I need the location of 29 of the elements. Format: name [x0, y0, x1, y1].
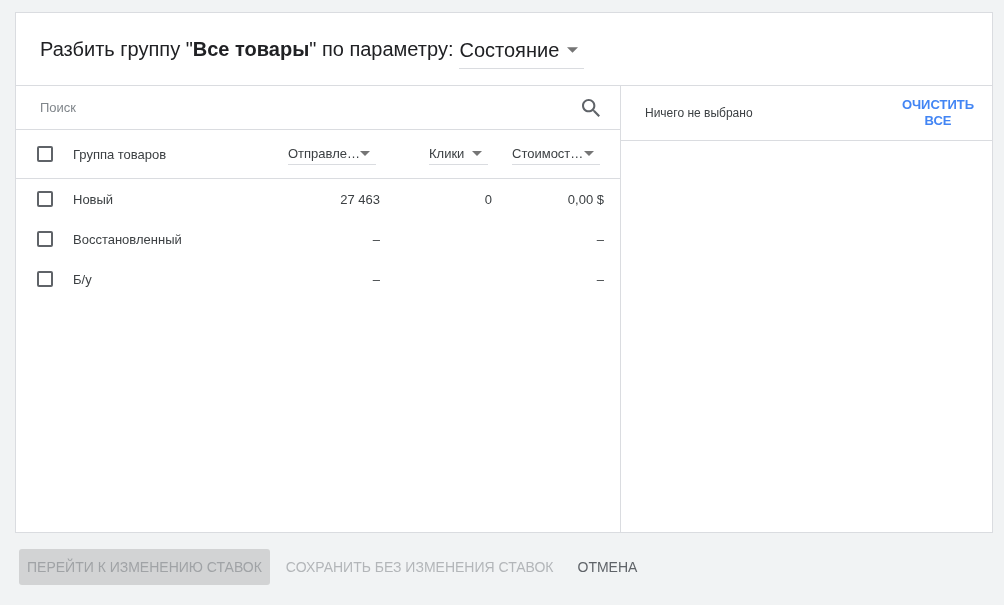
table-cell: 27 463	[340, 192, 380, 207]
column-sort-dropdown[interactable]: Отправле…	[288, 143, 376, 165]
caret-icon	[567, 46, 579, 53]
parameter-dropdown[interactable]: Состояние	[459, 31, 585, 69]
search-icon[interactable]	[582, 98, 600, 117]
product-group-name: Новый	[73, 192, 114, 207]
table-cell: –	[596, 232, 604, 247]
caret-icon	[472, 151, 482, 156]
checkbox[interactable]	[37, 191, 53, 207]
table-cell: –	[372, 272, 380, 287]
checkbox[interactable]	[37, 146, 53, 162]
column-sort-dropdown[interactable]: Клики	[429, 143, 488, 165]
table-cell: –	[596, 272, 604, 287]
column-sort-dropdown[interactable]: Стоимост…	[512, 143, 600, 165]
checkbox[interactable]	[37, 271, 53, 287]
caret-icon	[584, 151, 594, 156]
product-group-name: Восстановленный	[73, 232, 182, 247]
table-cell: –	[372, 232, 380, 247]
checkbox[interactable]	[37, 231, 53, 247]
product-group-name: Б/у	[73, 272, 92, 287]
search-field[interactable]: Поиск	[16, 86, 582, 129]
table-cell: 0,00 $	[567, 192, 604, 207]
table-cell: 0	[484, 192, 492, 207]
footer-button[interactable]: ОТМЕНА	[569, 549, 646, 585]
dialog-title: Разбить группу "Все товары" по параметру:	[40, 37, 454, 62]
column-header: Группа товаров	[73, 147, 167, 162]
clear-all-button[interactable]: ОЧИСТИТЬ ВСЕ	[896, 97, 980, 129]
selection-status: Ничего не выбрано	[645, 105, 753, 122]
caret-icon	[360, 151, 370, 156]
